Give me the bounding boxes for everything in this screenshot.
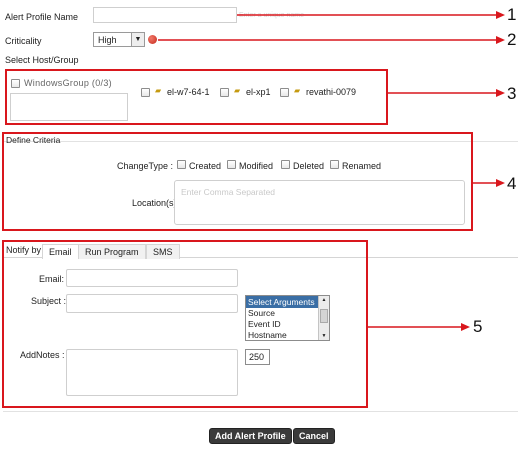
callout-number: 5 (473, 317, 483, 336)
callout-number: 1 (507, 5, 517, 24)
callout-number: 4 (507, 174, 517, 193)
callout-number: 2 (507, 30, 517, 49)
arrow-head-icon (496, 36, 505, 44)
arrow-head-icon (496, 11, 505, 19)
arrow-head-icon (496, 179, 505, 187)
callout-number: 3 (507, 84, 517, 103)
arrow-head-icon (496, 89, 505, 97)
callout-arrows (158, 11, 505, 331)
arrow-head-icon (461, 323, 470, 331)
